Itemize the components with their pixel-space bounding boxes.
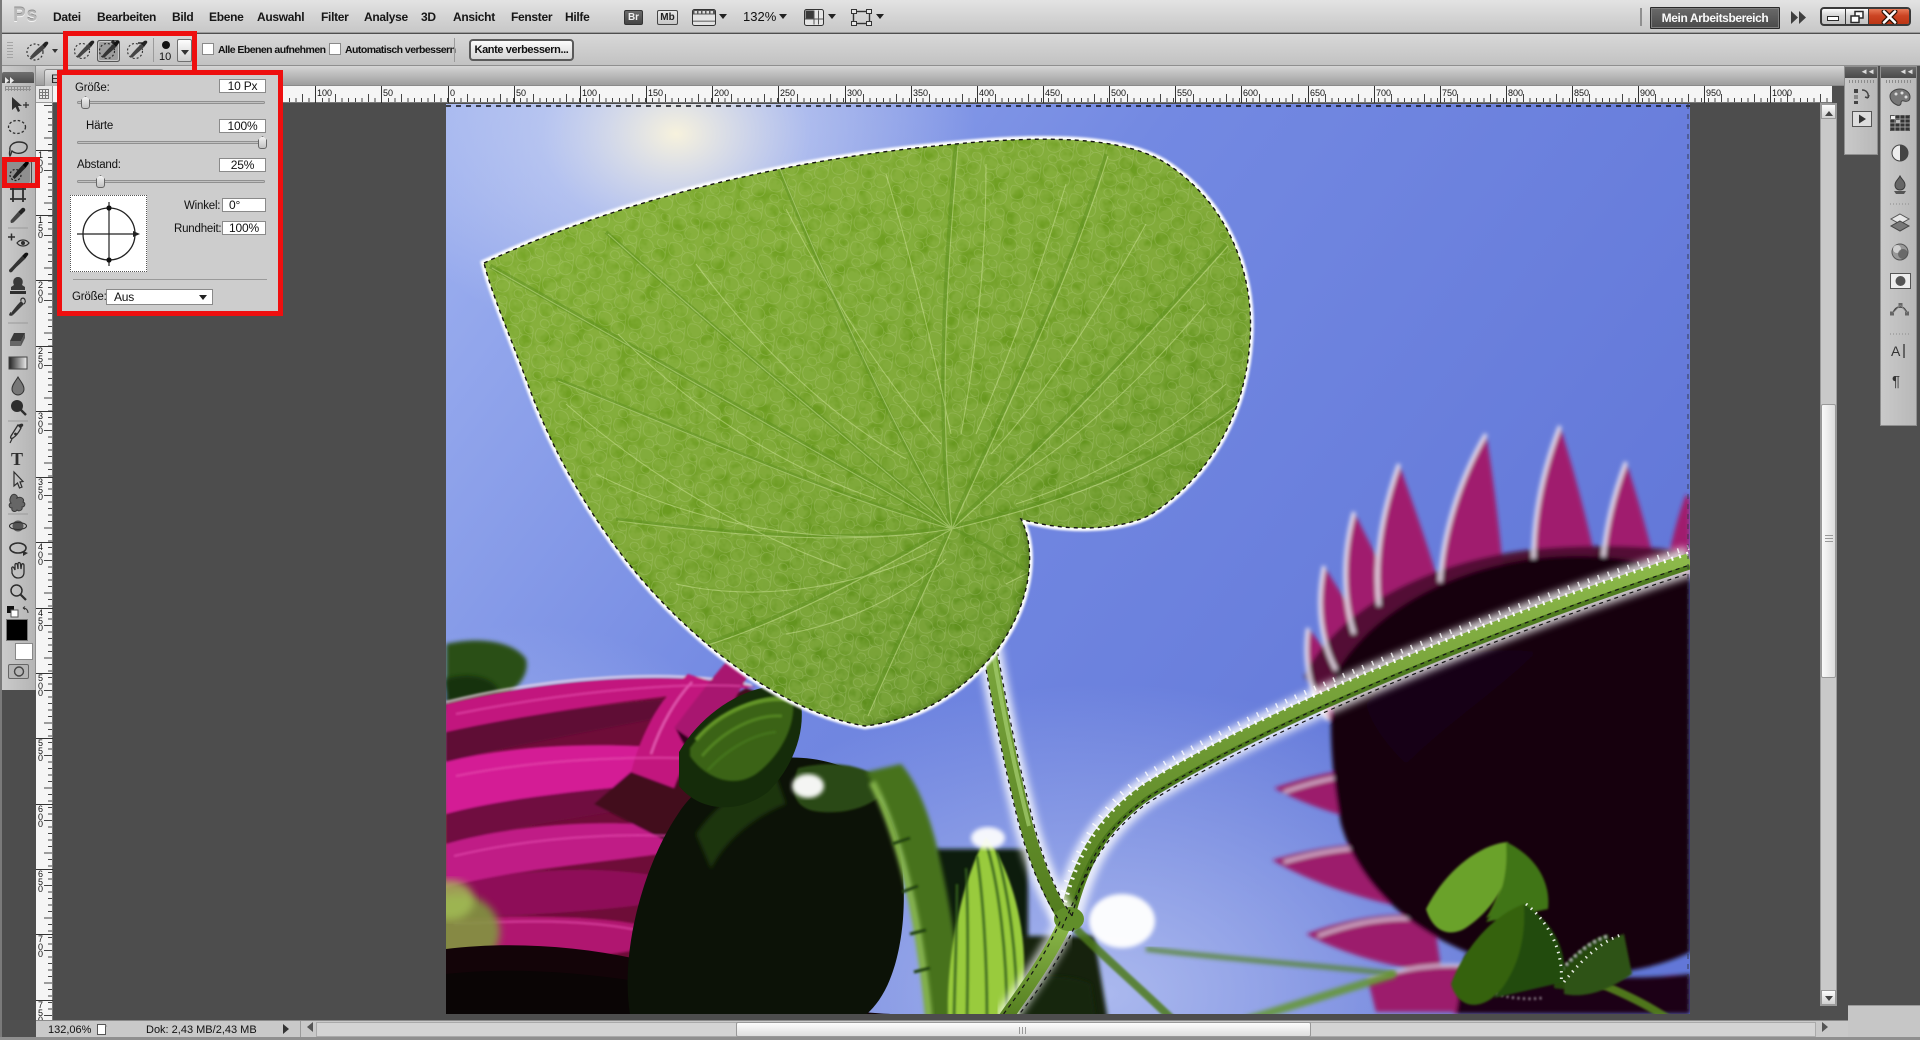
svg-text:T: T bbox=[11, 449, 23, 469]
svg-text:A: A bbox=[1891, 343, 1901, 359]
svg-text:¶: ¶ bbox=[1892, 373, 1900, 390]
